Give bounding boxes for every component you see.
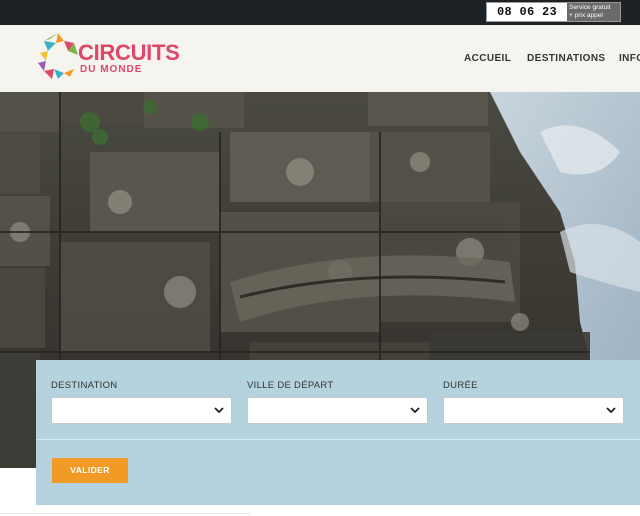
search-panel: DESTINATION VILLE DE DÉPART DURÉE VALIDE… — [36, 360, 640, 505]
page: 08 06 23 11 33 Service gratuit + prix ap… — [0, 0, 640, 516]
ville-depart-select[interactable] — [247, 397, 428, 424]
bottom-strip — [0, 468, 36, 516]
chevron-down-icon — [410, 407, 420, 414]
panel-divider — [36, 439, 640, 440]
destination-select[interactable] — [51, 397, 232, 424]
main-nav: ACCUEIL DESTINATIONS INFO — [0, 25, 640, 92]
header: CIRCUITS DU MONDE ACCUEIL DESTINATIONS I… — [0, 25, 640, 92]
nav-item-accueil[interactable]: ACCUEIL — [464, 53, 511, 64]
chevron-down-icon — [606, 407, 616, 414]
phone-note-line1: Service gratuit — [569, 4, 611, 11]
valider-button[interactable]: VALIDER — [52, 458, 128, 483]
nav-item-info[interactable]: INFO — [619, 53, 640, 64]
phone-note: Service gratuit + prix appel — [567, 3, 620, 21]
duree-label: DURÉE — [443, 380, 478, 391]
phone-note-line2: + prix appel — [569, 12, 603, 19]
bottom-divider — [0, 513, 250, 514]
phone-badge[interactable]: 08 06 23 11 33 Service gratuit + prix ap… — [486, 2, 621, 37]
duree-select[interactable] — [443, 397, 624, 424]
chevron-down-icon — [214, 407, 224, 414]
phone-number[interactable]: 08 06 23 11 33 — [487, 3, 567, 37]
nav-item-destinations[interactable]: DESTINATIONS — [527, 53, 606, 64]
ville-depart-label: VILLE DE DÉPART — [247, 380, 334, 391]
destination-label: DESTINATION — [51, 380, 118, 391]
top-bar: 08 06 23 11 33 Service gratuit + prix ap… — [0, 0, 640, 37]
